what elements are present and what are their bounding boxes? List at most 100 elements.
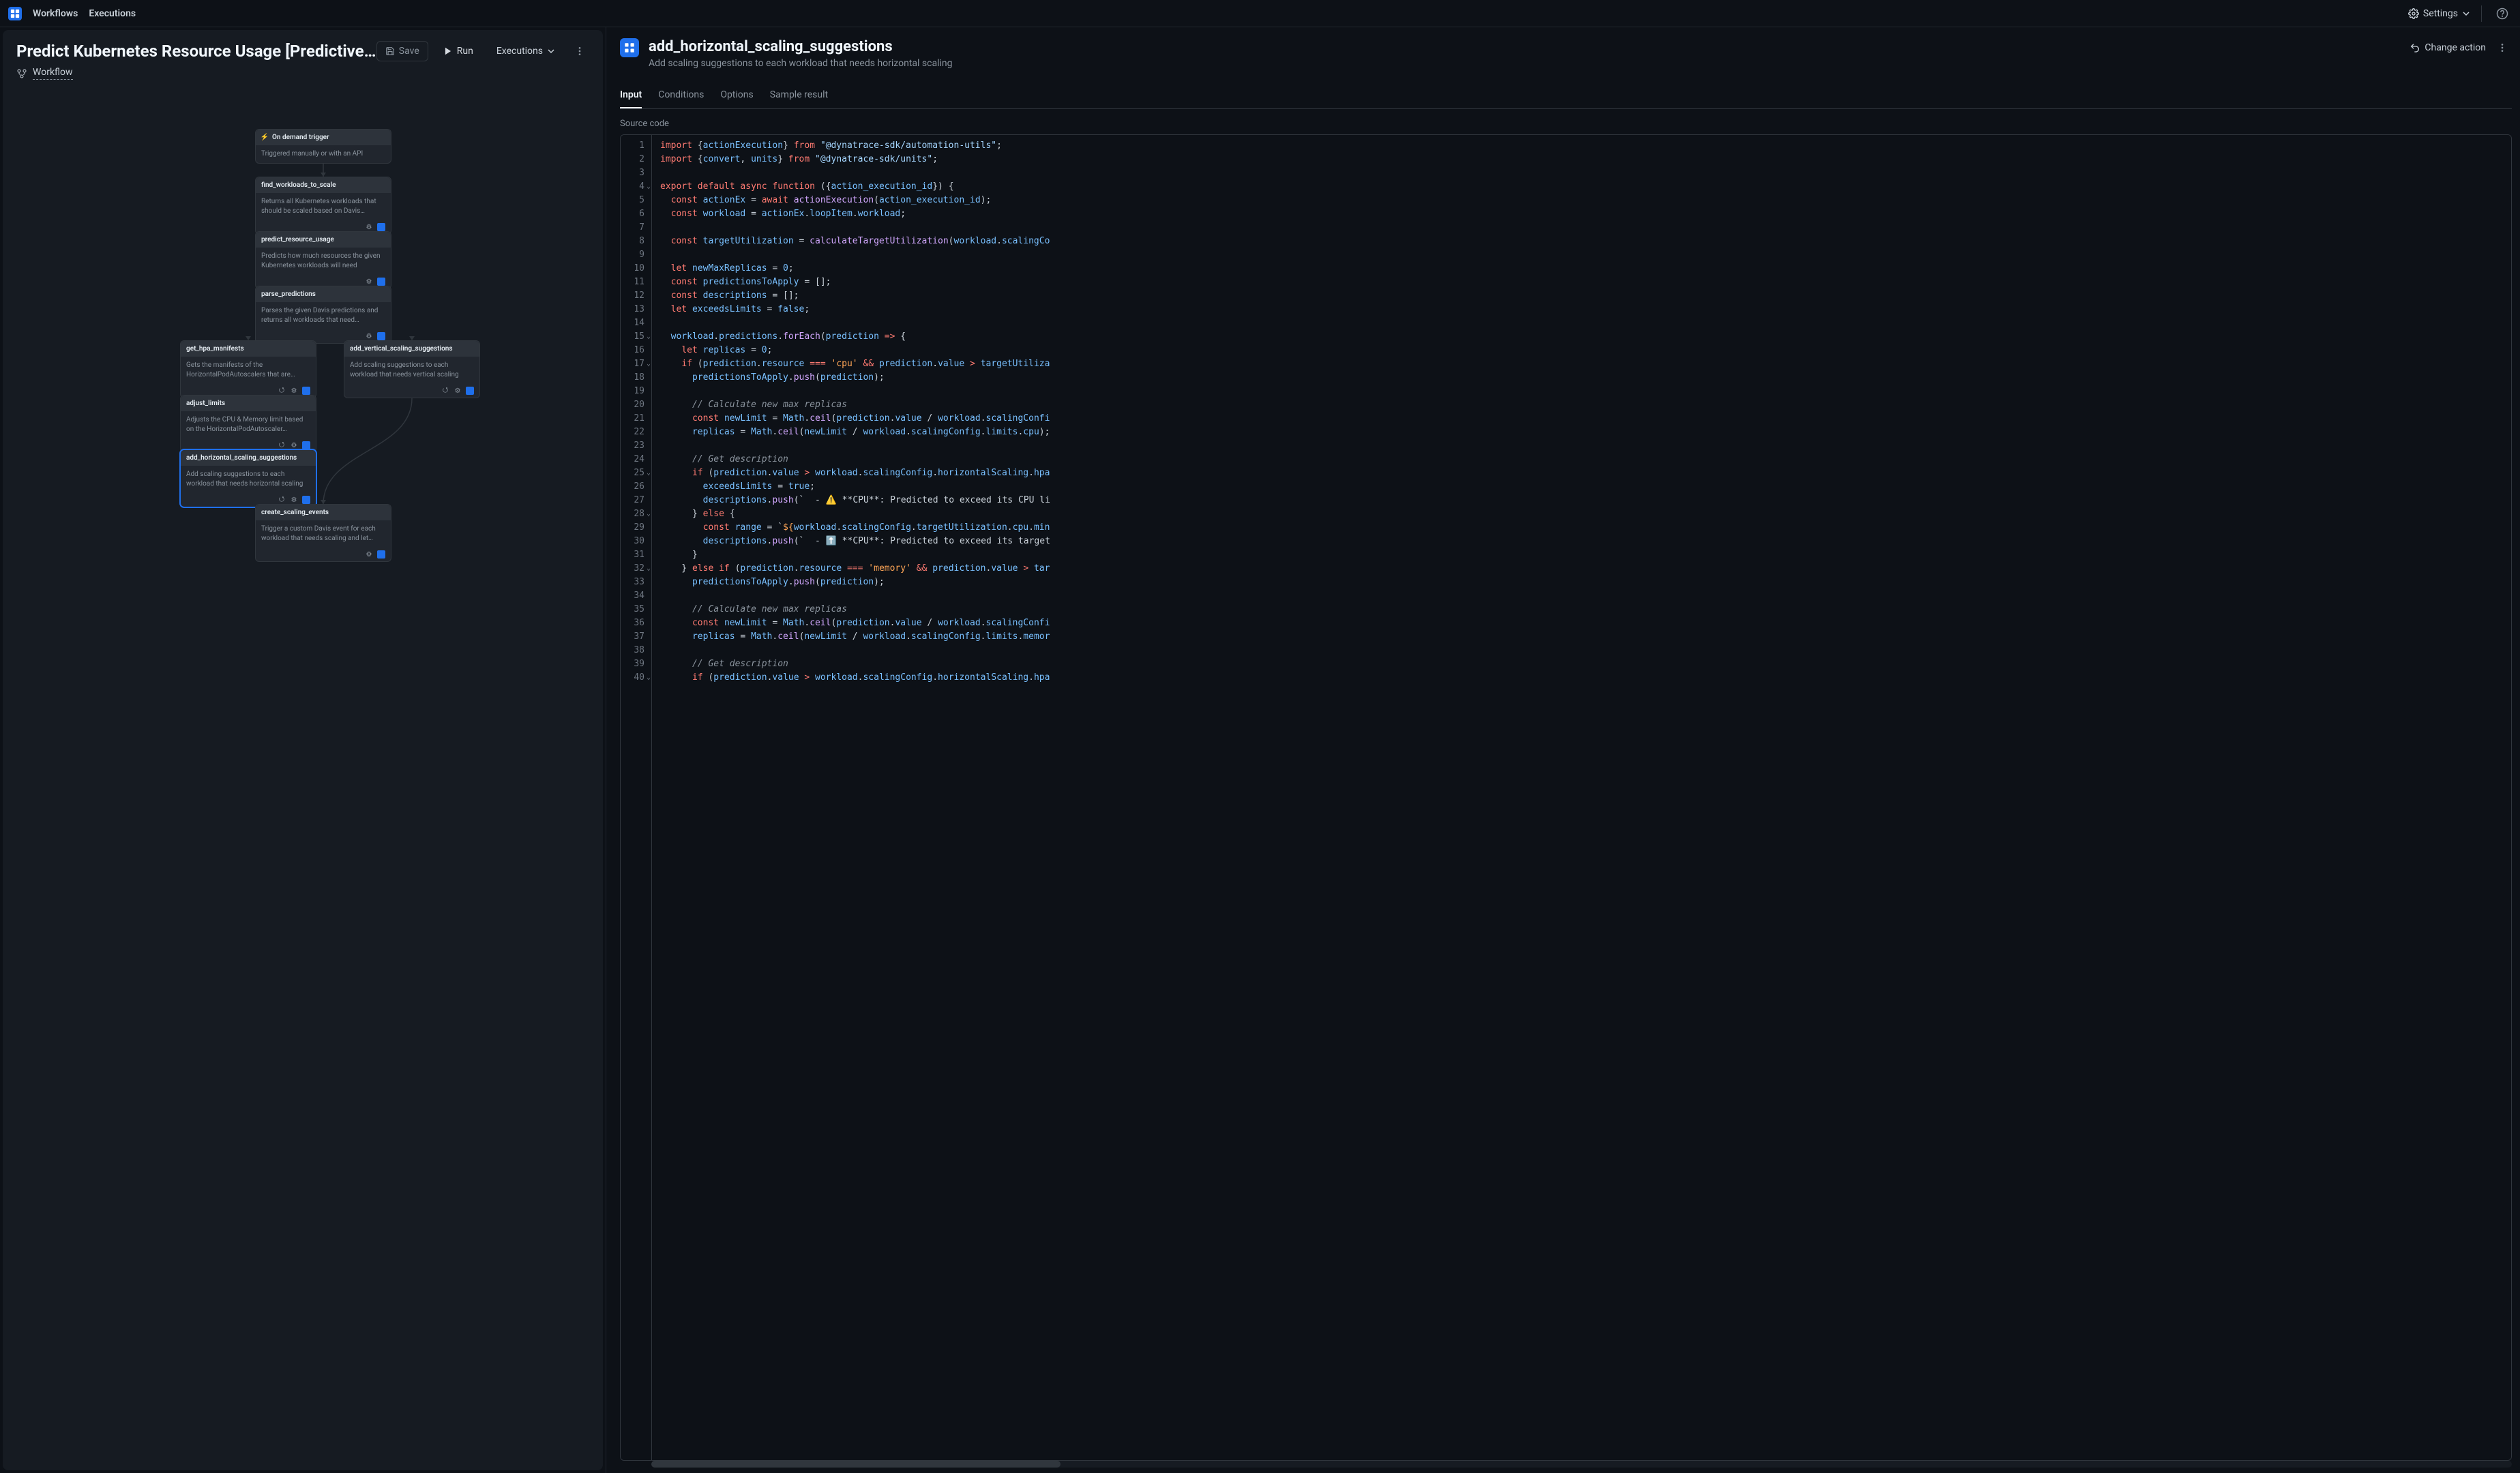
app-icon[interactable] — [8, 7, 22, 20]
code-line[interactable]: } else if (prediction.resource === 'memo… — [660, 562, 2503, 576]
code-line[interactable]: replicas = Math.ceil(newLimit / workload… — [660, 426, 2503, 439]
nav-executions[interactable]: Executions — [89, 5, 136, 22]
code-line[interactable]: const targetUtilization = calculateTarge… — [660, 235, 2503, 248]
code-line[interactable]: const range = `${workload.scalingConfig.… — [660, 521, 2503, 535]
code-line[interactable]: const actionEx = await actionExecution(a… — [660, 194, 2503, 207]
nav-workflows[interactable]: Workflows — [33, 5, 78, 22]
workflow-node-parse[interactable]: parse_predictionsParses the given Davis … — [255, 286, 391, 344]
settings-label: Settings — [2423, 8, 2458, 19]
node-title: parse_predictions — [261, 291, 316, 298]
node-title: add_vertical_scaling_suggestions — [350, 345, 453, 353]
workflow-node-create[interactable]: create_scaling_eventsTrigger a custom Da… — [255, 504, 391, 562]
loop-icon: ⭯ — [278, 387, 286, 395]
save-button[interactable]: Save — [376, 41, 428, 61]
code-line[interactable]: } else { — [660, 507, 2503, 521]
code-line[interactable]: if (prediction.value > workload.scalingC… — [660, 671, 2503, 685]
editor-h-scrollbar[interactable] — [651, 1461, 2512, 1468]
divider — [2481, 5, 2482, 22]
workflow-node-adjust[interactable]: adjust_limitsAdjusts the CPU & Memory li… — [180, 395, 316, 453]
code-line[interactable]: // Get description — [660, 453, 2503, 466]
loop-icon: ⭯ — [441, 387, 449, 395]
code-line[interactable]: workload.predictions.forEach(prediction … — [660, 330, 2503, 344]
workflow-title[interactable]: Predict Kubernetes Resource Usage [Predi… — [16, 42, 376, 61]
gear-icon: ⚙ — [454, 387, 462, 395]
editor-code[interactable]: import {actionExecution} from "@dynatrac… — [652, 135, 2511, 1460]
node-description: Gets the manifests of the HorizontalPodA… — [181, 357, 316, 384]
settings-button[interactable]: Settings — [2408, 8, 2470, 19]
code-line[interactable] — [660, 316, 2503, 330]
node-title: adjust_limits — [186, 400, 225, 407]
code-line[interactable]: descriptions.push(` - ⚠️ **CPU**: Predic… — [660, 494, 2503, 507]
code-line[interactable]: predictionsToApply.push(prediction); — [660, 576, 2503, 589]
top-bar: Workflows Executions Settings — [0, 0, 2520, 27]
code-line[interactable]: const descriptions = []; — [660, 289, 2503, 303]
action-badge-icon — [377, 332, 385, 340]
save-label: Save — [399, 46, 419, 57]
code-editor[interactable]: 1234567891011121314151617181920212223242… — [620, 134, 2512, 1461]
code-line[interactable]: // Calculate new max replicas — [660, 603, 2503, 616]
chevron-down-icon — [2462, 10, 2470, 18]
node-description: Add scaling suggestions to each workload… — [344, 357, 479, 384]
code-line[interactable]: export default async function ({action_e… — [660, 180, 2503, 194]
code-line[interactable]: let replicas = 0; — [660, 344, 2503, 357]
code-line[interactable] — [660, 644, 2503, 657]
help-icon[interactable] — [2493, 4, 2512, 23]
code-line[interactable]: // Calculate new max replicas — [660, 398, 2503, 412]
more-menu[interactable] — [570, 42, 589, 61]
node-footer: ⚙ — [256, 548, 391, 561]
action-badge-icon — [302, 387, 310, 395]
code-line[interactable]: const workload = actionEx.loopItem.workl… — [660, 207, 2503, 221]
node-description: Returns all Kubernetes workloads that sh… — [256, 193, 391, 220]
breadcrumb-label[interactable]: Workflow — [33, 67, 73, 80]
code-line[interactable]: if (prediction.value > workload.scalingC… — [660, 466, 2503, 480]
undo-icon — [2410, 42, 2420, 53]
tab-conditions[interactable]: Conditions — [658, 83, 704, 108]
node-title: get_hpa_manifests — [186, 345, 244, 353]
code-line[interactable]: let newMaxReplicas = 0; — [660, 262, 2503, 276]
code-line[interactable]: const newLimit = Math.ceil(prediction.va… — [660, 412, 2503, 426]
code-line[interactable] — [660, 589, 2503, 603]
gear-icon: ⚙ — [365, 223, 373, 231]
workflow-node-get_hpa[interactable]: get_hpa_manifests Gets the manifests of t… — [180, 340, 316, 398]
save-icon — [385, 46, 395, 56]
workflow-node-add_vert[interactable]: add_vertical_scaling_suggestions Add scal… — [344, 340, 480, 398]
action-more-menu[interactable] — [2493, 38, 2512, 57]
action-detail-panel: add_horizontal_scaling_suggestions Add s… — [606, 27, 2520, 1473]
editor-gutter: 1234567891011121314151617181920212223242… — [621, 135, 652, 1460]
executions-dropdown[interactable]: Executions — [488, 42, 563, 61]
node-title: create_scaling_events — [261, 509, 329, 516]
code-line[interactable]: const predictionsToApply = []; — [660, 276, 2503, 289]
code-line[interactable]: exceedsLimits = true; — [660, 480, 2503, 494]
code-line[interactable]: replicas = Math.ceil(newLimit / workload… — [660, 630, 2503, 644]
code-line[interactable]: predictionsToApply.push(prediction); — [660, 371, 2503, 385]
code-line[interactable]: import {actionExecution} from "@dynatrac… — [660, 139, 2503, 153]
gear-icon: ⚙ — [290, 496, 298, 504]
code-line[interactable]: // Get description — [660, 657, 2503, 671]
run-button[interactable]: Run — [435, 42, 481, 61]
code-line[interactable] — [660, 385, 2503, 398]
code-line[interactable] — [660, 166, 2503, 180]
scrollbar-thumb[interactable] — [651, 1461, 1061, 1468]
code-line[interactable] — [660, 248, 2503, 262]
loop-icon: ⭯ — [278, 441, 286, 449]
dots-vertical-icon — [2497, 42, 2508, 53]
change-action-button[interactable]: Change action — [2410, 42, 2486, 53]
workflow-node-trigger[interactable]: ⚡On demand triggerTriggered manually or … — [255, 129, 391, 164]
tab-options[interactable]: Options — [720, 83, 753, 108]
tab-input[interactable]: Input — [620, 83, 642, 108]
code-line[interactable]: import {convert, units} from "@dynatrace… — [660, 153, 2503, 166]
tab-sample-result[interactable]: Sample result — [770, 83, 828, 108]
code-line[interactable]: if (prediction.resource === 'cpu' && pre… — [660, 357, 2503, 371]
code-line[interactable] — [660, 221, 2503, 235]
run-label: Run — [457, 46, 473, 57]
workflow-node-predict[interactable]: predict_resource_usagePredicts how much … — [255, 231, 391, 289]
code-line[interactable]: let exceedsLimits = false; — [660, 303, 2503, 316]
workflow-node-add_horiz[interactable]: add_horizontal_scaling_suggestionsAdd sc… — [180, 449, 316, 507]
code-line[interactable]: } — [660, 548, 2503, 562]
workflow-node-find[interactable]: find_workloads_to_scaleReturns all Kuber… — [255, 177, 391, 235]
workflow-canvas[interactable]: ⚡On demand triggerTriggered manually or … — [3, 88, 603, 1470]
code-line[interactable]: const newLimit = Math.ceil(prediction.va… — [660, 616, 2503, 630]
code-line[interactable]: descriptions.push(` - ⬆️ **CPU**: Predic… — [660, 535, 2503, 548]
action-badge-icon — [377, 223, 385, 231]
code-line[interactable] — [660, 439, 2503, 453]
